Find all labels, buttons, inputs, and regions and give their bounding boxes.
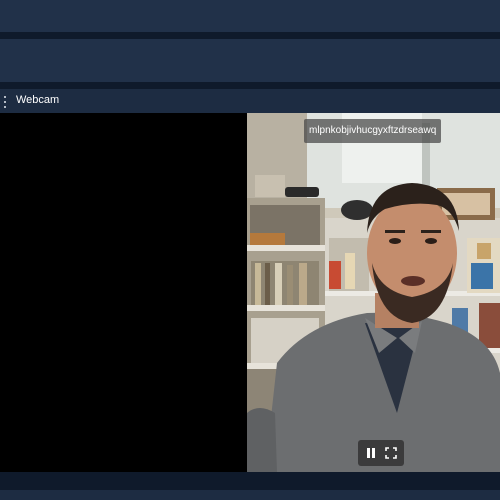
video-controls [358, 440, 404, 466]
panel-title: Webcam [16, 94, 60, 106]
webcam-video[interactable]: mlpnkobjivhucgyxftzdrseawq [247, 113, 500, 472]
divider [0, 32, 500, 39]
webcam-panel-body: mlpnkobjivhucgyxftzdrseawq [0, 113, 500, 472]
divider [0, 82, 500, 89]
webcam-panel-header: Webcam [0, 89, 500, 113]
fullscreen-button[interactable] [382, 444, 400, 462]
secondary-toolbar [0, 39, 500, 82]
pause-icon [367, 448, 375, 458]
top-toolbar [0, 0, 500, 32]
more-options-icon[interactable] [2, 96, 8, 108]
pause-button[interactable] [362, 444, 380, 462]
fullscreen-icon [385, 447, 397, 459]
webcam-feed-image [247, 113, 500, 472]
video-overlay-label: mlpnkobjivhucgyxftzdrseawq [304, 119, 442, 143]
bottom-toolbar [0, 490, 500, 500]
